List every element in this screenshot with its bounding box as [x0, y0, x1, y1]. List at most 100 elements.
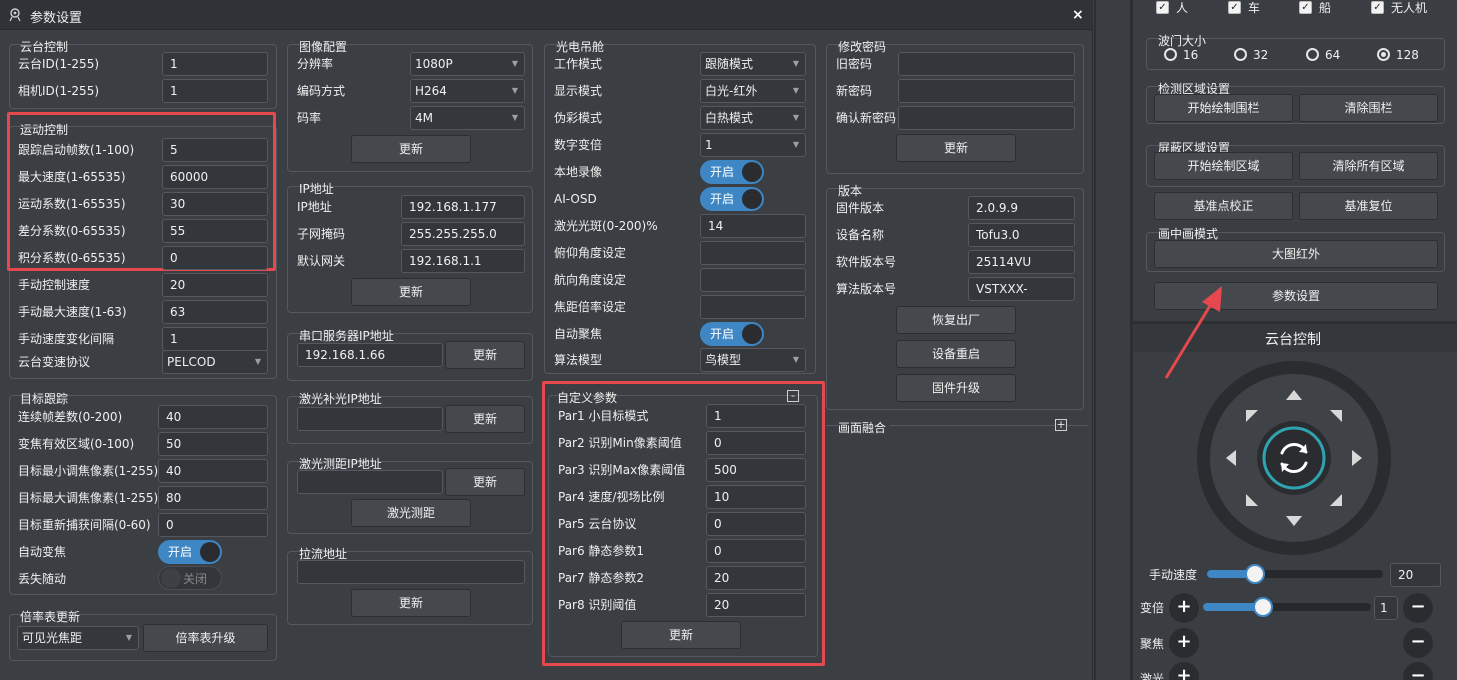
custom-row-input[interactable]: 500: [706, 458, 806, 482]
serial-ip-input[interactable]: 192.168.1.66: [297, 343, 443, 367]
target-checkbox[interactable]: ✓: [1299, 1, 1312, 14]
bitrate-select[interactable]: 4M ▼: [410, 106, 525, 130]
custom-row-input[interactable]: 0: [706, 512, 806, 536]
gate-radio[interactable]: [1377, 48, 1390, 61]
custom-row-input[interactable]: 1: [706, 404, 806, 428]
close-icon[interactable]: ×: [1072, 7, 1084, 23]
gate-radio[interactable]: [1234, 48, 1247, 61]
tracking-row-input[interactable]: 50: [158, 432, 268, 456]
reset-reference-button[interactable]: 基准复位: [1299, 192, 1438, 220]
motion-row-input[interactable]: 1: [162, 327, 268, 351]
gateway-input[interactable]: 192.168.1.1: [401, 249, 525, 273]
display-mode-select[interactable]: 白光-红外 ▼: [700, 79, 806, 103]
subnet-mask-input[interactable]: 255.255.255.0: [401, 222, 525, 246]
tracking-row-label: 变焦有效区域(0-100): [18, 437, 135, 451]
algo-model-select[interactable]: 鸟模型 ▼: [700, 348, 806, 372]
custom-row-input[interactable]: 0: [706, 539, 806, 563]
motion-row-input[interactable]: 55: [162, 219, 268, 243]
custom-row-input[interactable]: 0: [706, 431, 806, 455]
serial-update-button[interactable]: 更新: [445, 341, 525, 369]
confirm-password-label: 确认新密码: [836, 111, 897, 125]
stream-update-button[interactable]: 更新: [351, 589, 471, 617]
focus-out-button[interactable]: −: [1403, 628, 1433, 658]
motion-row-input[interactable]: 5: [162, 138, 268, 162]
manual-speed-input[interactable]: 20: [1390, 563, 1441, 587]
clear-fence-button[interactable]: 清除围栏: [1299, 94, 1438, 122]
clear-mask-button[interactable]: 清除所有区域: [1299, 152, 1438, 180]
zoom-out-button[interactable]: −: [1403, 593, 1433, 623]
stream-url-input[interactable]: [297, 560, 525, 584]
target-checkbox[interactable]: ✓: [1156, 1, 1169, 14]
target-checkbox[interactable]: ✓: [1228, 1, 1241, 14]
autozoom-label: 自动变焦: [18, 545, 67, 559]
laserfill-ip-input[interactable]: [297, 407, 443, 431]
expand-icon[interactable]: +: [1055, 419, 1067, 431]
new-password-input[interactable]: [898, 79, 1075, 103]
motion-row-input[interactable]: 60000: [162, 165, 268, 189]
zoom-in-button[interactable]: +: [1169, 593, 1199, 623]
workmode-select[interactable]: 跟随模式 ▼: [700, 52, 806, 76]
tracking-row-label: 目标最大调焦像素(1-255): [18, 491, 159, 505]
ptz-id-input[interactable]: 1: [162, 52, 268, 76]
autozoom-toggle[interactable]: 开启: [158, 540, 222, 564]
yaw-angle-input[interactable]: [700, 268, 806, 292]
autofocus-toggle[interactable]: 开启: [700, 322, 764, 346]
old-password-input[interactable]: [898, 52, 1075, 76]
laserrange-ip-input[interactable]: [297, 470, 443, 494]
laserrange-update-button[interactable]: 更新: [445, 468, 525, 496]
slider-handle[interactable]: [1244, 564, 1265, 584]
calibrate-button[interactable]: 基准点校正: [1154, 192, 1293, 220]
zoom-input[interactable]: 1: [1374, 596, 1398, 620]
tracking-row-input[interactable]: 80: [158, 486, 268, 510]
ai-osd-toggle[interactable]: 开启: [700, 187, 764, 211]
ip-update-button[interactable]: 更新: [351, 278, 471, 306]
target-checkbox[interactable]: ✓: [1371, 1, 1384, 14]
manual-speed-slider[interactable]: [1207, 570, 1383, 578]
codec-select[interactable]: H264 ▼: [410, 79, 525, 103]
image-update-button[interactable]: 更新: [351, 135, 471, 163]
custom-row-input[interactable]: 20: [706, 593, 806, 617]
laserfill-update-button[interactable]: 更新: [445, 405, 525, 433]
focal-ratio-input[interactable]: [700, 295, 806, 319]
factory-reset-button[interactable]: 恢复出厂: [896, 306, 1016, 334]
laser-measure-button[interactable]: 激光测距: [351, 499, 471, 527]
custom-row-input[interactable]: 10: [706, 485, 806, 509]
gateway-label: 默认网关: [297, 254, 346, 268]
digital-zoom-value: 1: [705, 138, 713, 152]
zoomtable-upgrade-button[interactable]: 倍率表升级: [143, 624, 268, 652]
digital-zoom-select[interactable]: 1 ▼: [700, 133, 806, 157]
camera-id-input[interactable]: 1: [162, 79, 268, 103]
draw-fence-button[interactable]: 开始绘制围栏: [1154, 94, 1293, 122]
focus-in-button[interactable]: +: [1169, 628, 1199, 658]
zoomtable-select[interactable]: 可见光焦距 ▼: [17, 626, 139, 650]
version-row-label: 设备名称: [836, 228, 885, 242]
password-update-button[interactable]: 更新: [896, 134, 1016, 162]
device-reboot-button[interactable]: 设备重启: [896, 340, 1016, 368]
laser-spot-input[interactable]: 14: [700, 214, 806, 238]
ptz-joystick[interactable]: [1196, 360, 1392, 556]
motion-row-input[interactable]: 20: [162, 273, 268, 297]
motion-row-input[interactable]: 63: [162, 300, 268, 324]
motion-row-input[interactable]: 0: [162, 246, 268, 270]
tracking-row-input[interactable]: 0: [158, 513, 268, 537]
motion-row-input[interactable]: 30: [162, 192, 268, 216]
zoom-slider[interactable]: [1203, 603, 1371, 611]
custom-row-input[interactable]: 20: [706, 566, 806, 590]
gate-option-label: 64: [1325, 48, 1341, 62]
lost-follow-toggle[interactable]: 关闭: [158, 566, 222, 590]
gate-radio[interactable]: [1164, 48, 1177, 61]
draw-mask-button[interactable]: 开始绘制区域: [1154, 152, 1293, 180]
pip-mode-button[interactable]: 大图红外: [1154, 240, 1438, 268]
tracking-row-input[interactable]: 40: [158, 459, 268, 483]
pitch-angle-input[interactable]: [700, 241, 806, 265]
resolution-select[interactable]: 1080P ▼: [410, 52, 525, 76]
gate-radio[interactable]: [1306, 48, 1319, 61]
tracking-row-input[interactable]: 40: [158, 405, 268, 429]
pseudo-color-select[interactable]: 白热模式 ▼: [700, 106, 806, 130]
firmware-upgrade-button[interactable]: 固件升级: [896, 374, 1016, 402]
confirm-password-input[interactable]: [898, 106, 1075, 130]
local-record-toggle[interactable]: 开启: [700, 160, 764, 184]
chevron-down-icon: ▼: [254, 357, 261, 366]
ip-address-input[interactable]: 192.168.1.177: [401, 195, 525, 219]
protocol-select[interactable]: PELCOD ▼: [162, 350, 268, 374]
